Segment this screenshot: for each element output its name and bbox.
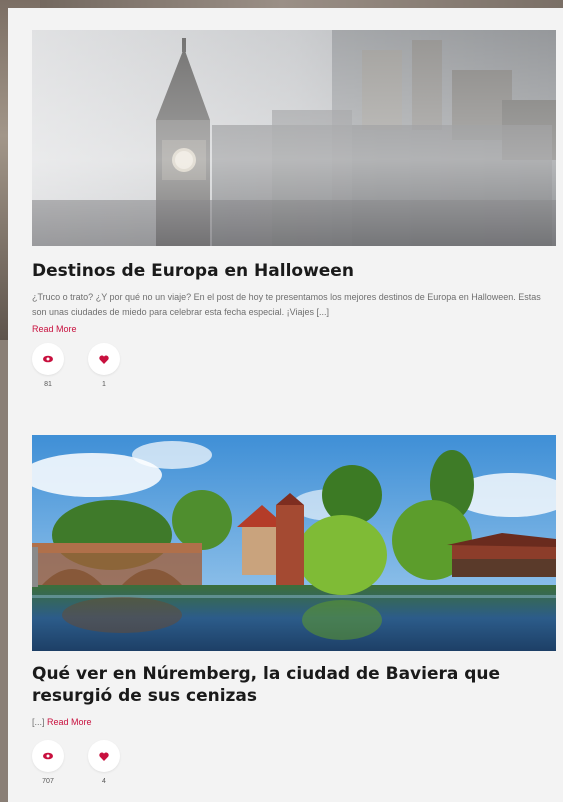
post-excerpt-text: [...]	[32, 717, 45, 727]
likes-stat: 1	[88, 343, 124, 388]
views-count: 707	[42, 778, 54, 785]
post-title[interactable]: Qué ver en Núremberg, la ciudad de Bavie…	[32, 663, 556, 707]
blog-post-card: Destinos de Europa en Halloween ¿Truco o…	[32, 30, 556, 388]
heart-icon	[99, 752, 109, 761]
views-stat: 707	[32, 740, 68, 785]
post-excerpt: ¿Truco o trato? ¿Y por qué no un viaje? …	[32, 290, 556, 337]
views-button[interactable]	[32, 343, 64, 375]
post-excerpt: [...] Read More	[32, 715, 556, 730]
post-stats: 81 1	[32, 343, 556, 388]
post-stats: 707 4	[32, 740, 556, 785]
read-more-link[interactable]: Read More	[47, 715, 92, 730]
post-thumbnail-big-ben-fog[interactable]	[32, 30, 556, 246]
eye-icon	[43, 752, 53, 760]
likes-count: 1	[102, 381, 106, 388]
nuremberg-river-bridge-photo	[32, 435, 556, 651]
read-more-link[interactable]: Read More	[32, 322, 77, 337]
views-button[interactable]	[32, 740, 64, 772]
post-thumbnail-nuremberg[interactable]	[32, 435, 556, 651]
like-button[interactable]	[88, 740, 120, 772]
like-button[interactable]	[88, 343, 120, 375]
eye-icon	[43, 355, 53, 363]
views-count: 81	[44, 381, 52, 388]
heart-icon	[99, 355, 109, 364]
blog-list-panel: Destinos de Europa en Halloween ¿Truco o…	[8, 8, 563, 802]
views-stat: 81	[32, 343, 68, 388]
post-title[interactable]: Destinos de Europa en Halloween	[32, 260, 556, 282]
post-excerpt-text: ¿Truco o trato? ¿Y por qué no un viaje? …	[32, 292, 541, 317]
foggy-london-big-ben-photo	[32, 30, 556, 246]
likes-stat: 4	[88, 740, 124, 785]
likes-count: 4	[102, 778, 106, 785]
blog-post-card: Qué ver en Núremberg, la ciudad de Bavie…	[32, 435, 556, 785]
